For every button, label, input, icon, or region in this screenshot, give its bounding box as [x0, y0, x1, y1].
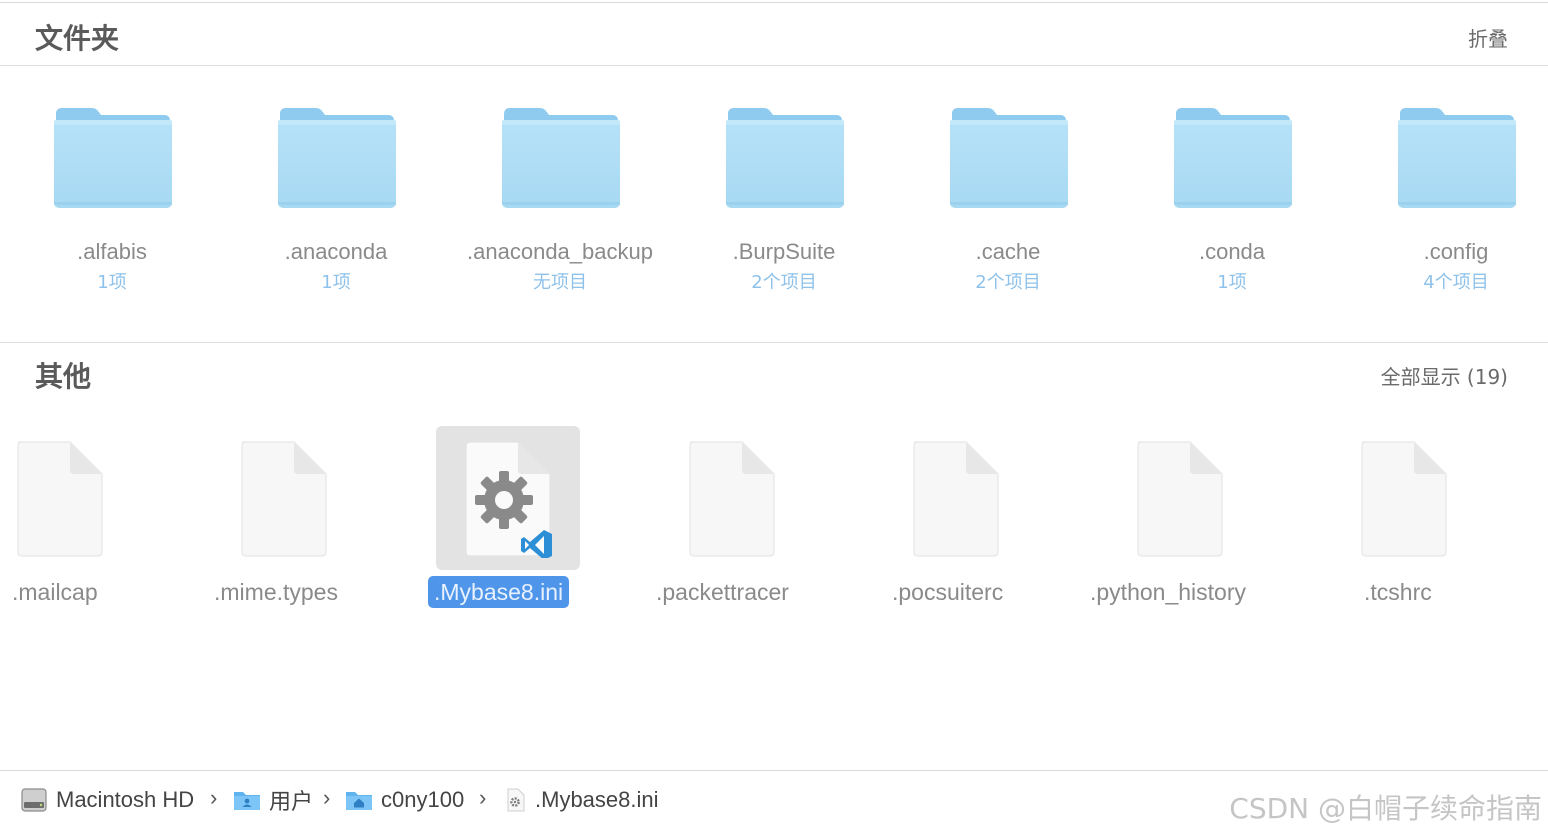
file-thumbnail[interactable]	[1108, 426, 1252, 570]
folder-item-count: 无项目	[533, 272, 587, 293]
others-section-title: 其他	[35, 360, 92, 393]
folder-name-text: .BurpSuite	[732, 239, 836, 264]
folder-name: .anaconda 1项	[224, 236, 448, 298]
show-all-button[interactable]: 全部显示 (19)	[1381, 361, 1508, 390]
folder-item-count: 1项	[97, 272, 127, 293]
file-thumbnail[interactable]	[436, 426, 580, 570]
folder-name-text: .anaconda_backup	[467, 239, 653, 264]
document-icon	[1134, 438, 1226, 558]
folder-item[interactable]: .config 4个项目	[1344, 100, 1548, 340]
folder-name: .anaconda_backup 无项目	[448, 236, 672, 298]
file-name[interactable]: .mime.types	[208, 576, 344, 608]
folder-item-count: 1项	[1217, 272, 1247, 293]
folder-item-count: 1项	[321, 272, 351, 293]
folder-item-count: 2个项目	[975, 272, 1041, 293]
file-name[interactable]: .pocsuiterc	[886, 576, 1009, 608]
folder-name: .cache 2个项目	[896, 236, 1120, 298]
folder-icon	[724, 106, 846, 212]
crumb-label: .Mybase8.ini	[535, 787, 659, 812]
crumb-label: 用户	[269, 789, 314, 814]
document-icon	[1358, 438, 1450, 558]
home-folder-icon	[346, 792, 372, 810]
users-folder-icon	[234, 792, 260, 810]
watermark: CSDN @白帽子续命指南	[1229, 792, 1542, 825]
crumb-home[interactable]: c0ny100	[345, 786, 464, 814]
crumb-label: c0ny100	[381, 787, 465, 812]
top-border	[0, 2, 1548, 3]
crumb-separator: ›	[210, 785, 218, 810]
crumb-separator: ›	[479, 785, 487, 810]
crumb-label: Macintosh HD	[56, 787, 195, 812]
folder-name: .conda 1项	[1120, 236, 1344, 298]
folder-item[interactable]: .cache 2个项目	[896, 100, 1120, 340]
folder-name-text: .cache	[975, 239, 1041, 264]
folder-name-text: .anaconda	[284, 239, 388, 264]
document-icon	[910, 438, 1002, 558]
collapse-button[interactable]: 折叠	[1468, 23, 1508, 52]
folder-item-count: 2个项目	[751, 272, 817, 293]
file-thumbnail[interactable]	[884, 426, 1028, 570]
path-bar: Macintosh HD › 用户 › c0ny100 › .Mybase8.i…	[0, 771, 1548, 830]
folder-name: .BurpSuite 2个项目	[672, 236, 896, 298]
document-icon	[686, 438, 778, 558]
folder-item[interactable]: .BurpSuite 2个项目	[672, 100, 896, 340]
folder-icon	[1172, 106, 1294, 212]
file-thumbnail[interactable]	[1332, 426, 1476, 570]
folder-item[interactable]: .alfabis 1项	[0, 100, 224, 340]
file-thumbnail[interactable]	[0, 426, 132, 570]
folder-name-text: .conda	[1198, 239, 1266, 264]
others-section-header: 其他 全部显示 (19)	[0, 345, 1548, 405]
folder-icon	[1396, 106, 1518, 212]
folder-item[interactable]: .anaconda_backup 无项目	[448, 100, 672, 340]
folder-icon	[948, 106, 1070, 212]
file-thumbnail[interactable]	[212, 426, 356, 570]
file-name[interactable]: .Mybase8.ini	[428, 576, 570, 608]
folder-item[interactable]: .conda 1项	[1120, 100, 1344, 340]
section-divider	[0, 342, 1548, 343]
folders-section-header: 文件夹 折叠	[0, 5, 1548, 65]
settings-file-icon	[507, 788, 525, 812]
document-icon	[238, 438, 330, 558]
crumb-users[interactable]: 用户	[233, 786, 313, 814]
file-thumbnail[interactable]	[660, 426, 804, 570]
crumb-macintosh-hd[interactable]: Macintosh HD	[20, 786, 194, 814]
file-name[interactable]: .mailcap	[6, 576, 104, 608]
folders-header-divider	[0, 65, 1548, 66]
crumb-current-file[interactable]: .Mybase8.ini	[505, 786, 659, 814]
file-name[interactable]: .tcshrc	[1358, 576, 1438, 608]
file-name[interactable]: .packettracer	[650, 576, 795, 608]
file-name[interactable]: .python_history	[1084, 576, 1252, 608]
folder-name: .alfabis 1项	[0, 236, 224, 298]
folder-name-text: .config	[1423, 239, 1489, 264]
folder-name: .config 4个项目	[1344, 236, 1548, 298]
folder-icon	[276, 106, 398, 212]
document-icon	[14, 438, 106, 558]
hard-drive-icon	[21, 788, 47, 812]
folder-name-text: .alfabis	[77, 239, 147, 264]
folder-item[interactable]: .anaconda 1项	[224, 100, 448, 340]
crumb-separator: ›	[323, 785, 331, 810]
settings-file-icon	[462, 438, 554, 560]
folder-item-count: 4个项目	[1423, 272, 1489, 293]
folder-icon	[52, 106, 174, 212]
folder-icon	[500, 106, 622, 212]
folders-section-title: 文件夹	[35, 22, 120, 55]
